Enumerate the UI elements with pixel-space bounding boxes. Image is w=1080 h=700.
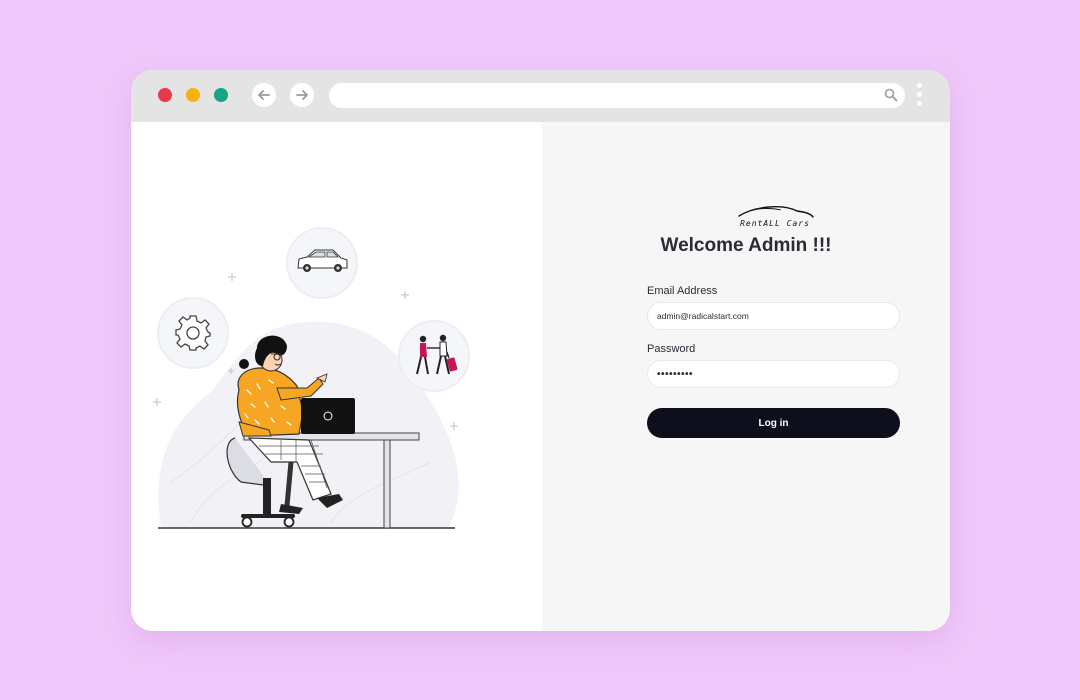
browser-toolbar [131,70,950,122]
maximize-window-dot[interactable] [214,88,228,102]
gear-icon [175,315,211,351]
email-label: Email Address [647,285,718,297]
login-pane: RentALL Cars Welcome Admin !!! Email Add… [542,122,950,631]
brand-logo: RentALL Cars [735,202,815,229]
login-button[interactable]: Log in [647,408,900,438]
kebab-menu-icon[interactable] [917,83,923,109]
forward-button[interactable] [290,83,314,107]
arrow-right-icon [296,90,308,100]
admin-at-desk-illustration [153,227,470,529]
illustration-pane [131,122,542,631]
address-bar[interactable] [329,83,905,108]
search-icon[interactable] [884,88,898,102]
password-label: Password [647,343,696,355]
browser-window: RentALL Cars Welcome Admin !!! Email Add… [131,70,950,631]
close-window-dot[interactable] [158,88,172,102]
page-title: Welcome Admin !!! [660,235,832,256]
minimize-window-dot[interactable] [186,88,200,102]
email-field[interactable]: admin@radicalstart.com [647,302,900,330]
back-button[interactable] [252,83,276,107]
brand-name: RentALL Cars [740,219,810,228]
password-field[interactable]: ••••••••• [647,360,900,388]
arrow-left-icon [258,90,270,100]
